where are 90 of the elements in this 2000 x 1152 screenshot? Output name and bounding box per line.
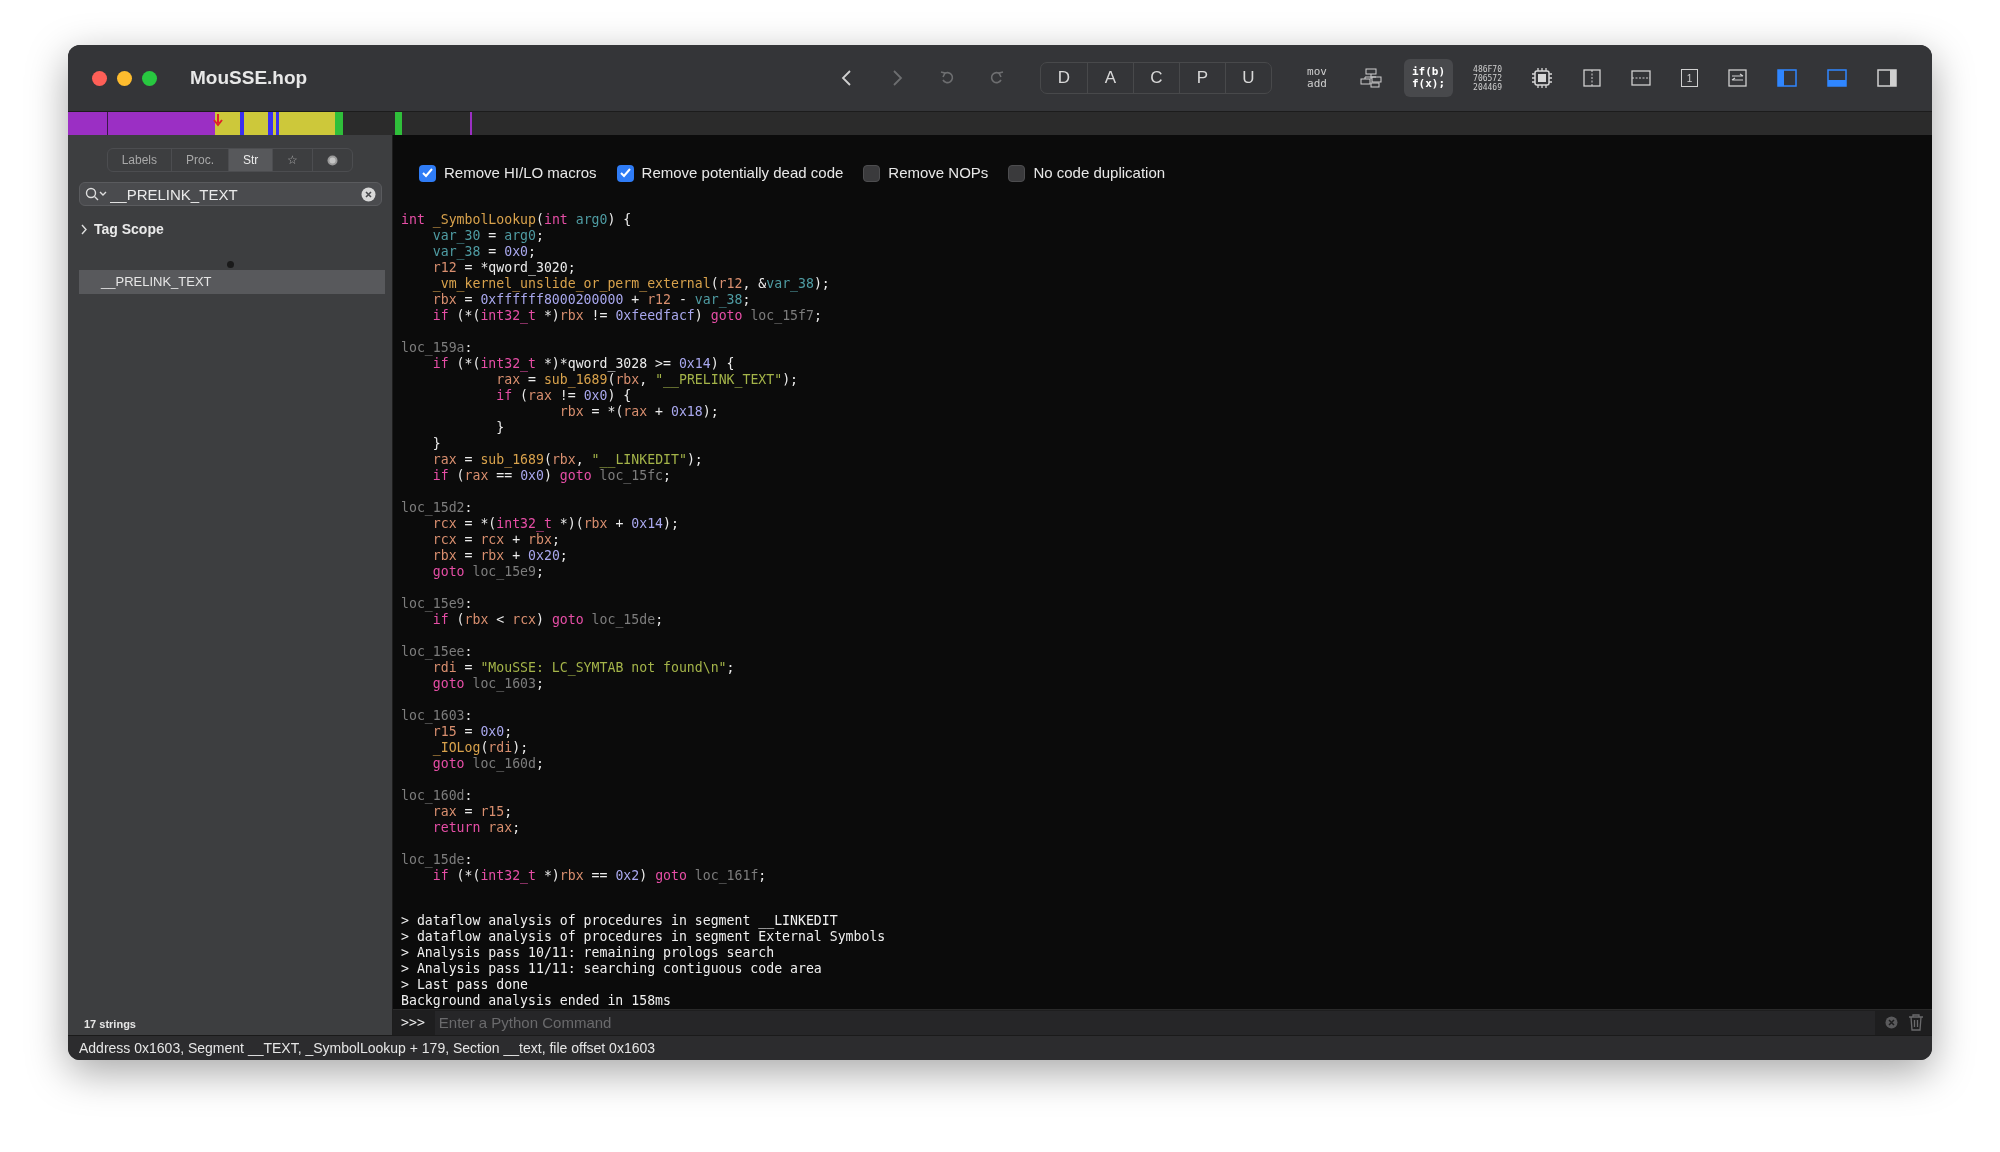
- string-count: 17 strings: [83, 1016, 137, 1032]
- checkbox[interactable]: [616, 164, 634, 182]
- chip-icon: [1531, 67, 1553, 89]
- code-line: goto loc_160d;: [431, 756, 544, 772]
- console-line: Background analysis ended in 158ms: [401, 993, 671, 1009]
- search-icon: [85, 187, 107, 201]
- code-line: if (rbx < rcx) goto loc_15de;: [431, 612, 664, 628]
- mode-button[interactable]: U: [1224, 63, 1271, 93]
- clear-icon[interactable]: [361, 187, 376, 202]
- code-line: var_38 = 0x0;: [431, 244, 536, 260]
- mode-button[interactable]: P: [1178, 63, 1225, 93]
- split-view-icon: [1631, 70, 1651, 86]
- sidebar-tab[interactable]: ☆: [272, 149, 313, 171]
- code-line: rbx = rbx + 0x20;: [431, 548, 568, 564]
- zoom-button[interactable]: [142, 70, 157, 86]
- console-line: > Analysis pass 10/11: remaining prologs search: [401, 945, 775, 961]
- code-line: rax = sub_1689(rbx, "__LINKEDIT");: [431, 452, 703, 468]
- string-list-item[interactable]: __PRELINK_TEXT: [79, 270, 385, 294]
- code-line: }: [431, 436, 441, 452]
- checkbox-label: Remove HI/LO macros: [444, 162, 597, 183]
- trash-icon[interactable]: [1908, 1014, 1924, 1031]
- code-line: rcx = *(int32_t *)(rbx + 0x14);: [431, 516, 679, 532]
- flowchart-icon: [1359, 68, 1382, 88]
- tag-scope-label: Tag Scope: [94, 220, 164, 239]
- code-line: r12 = *qword_3020;: [431, 260, 576, 276]
- mode-button[interactable]: A: [1086, 63, 1133, 93]
- search-field[interactable]: __PRELINK_TEXT: [79, 182, 382, 206]
- code-line: loc_15d2:: [401, 500, 473, 516]
- minimize-button[interactable]: [117, 70, 132, 86]
- code-line: goto loc_15e9;: [431, 564, 544, 580]
- view-button[interactable]: 486F70 706572 204469: [1465, 59, 1510, 97]
- sidebar-tab[interactable]: Str: [228, 149, 273, 171]
- panel-icon: [1877, 69, 1897, 87]
- status-dot-icon: [226, 261, 234, 269]
- code-line: loc_15de:: [401, 852, 473, 868]
- checkbox[interactable]: [1008, 164, 1026, 182]
- code-line: rax = sub_1689(rbx, "__PRELINK_TEXT");: [495, 372, 799, 388]
- mode-button[interactable]: C: [1132, 63, 1179, 93]
- code-line: }: [495, 420, 505, 436]
- code-line: rdi = "MouSSE: LC_SYMTAB not found\n";: [431, 660, 735, 676]
- code-line: r15 = 0x0;: [431, 724, 513, 740]
- checkbox-label: Remove NOPs: [888, 162, 989, 183]
- code-line: if (*(int32_t *)rbx != 0xfeedfacf) goto loc_15f7;: [431, 308, 822, 324]
- code-line: loc_15e9:: [401, 596, 473, 612]
- split-view-icon: [1583, 69, 1601, 87]
- code-line: if (rax == 0x0) goto loc_15fc;: [431, 468, 672, 484]
- checkbox[interactable]: [419, 164, 436, 182]
- console-line: > dataflow analysis of procedures in segment External Symbols: [401, 929, 886, 945]
- panel-icon: [1827, 69, 1847, 87]
- code-line: goto loc_1603;: [431, 676, 544, 692]
- checkbox-label: No code duplication: [1033, 162, 1166, 183]
- code-line: loc_15ee:: [401, 644, 473, 660]
- code-line: if (*(int32_t *)*qword_3028 >= 0x14) {: [431, 356, 735, 372]
- swap-icon: [1728, 69, 1747, 87]
- code-line: loc_160d:: [401, 788, 473, 804]
- code-line: loc_159a:: [401, 340, 473, 356]
- dot-icon: [327, 155, 339, 167]
- view-button[interactable]: if(b) f(x);: [1403, 59, 1454, 97]
- code-line: _IOLog(rdi);: [431, 740, 529, 756]
- code-line: rbx = *(rax + 0x18);: [558, 404, 719, 420]
- code-line: if (*(int32_t *)rbx == 0x2) goto loc_161f;: [431, 868, 767, 884]
- chevron-icon: [80, 224, 88, 235]
- code-line: int _SymbolLookup(int arg0) {: [401, 212, 632, 228]
- code-line: _vm_kernel_unslide_or_perm_external(r12, &var_38);: [431, 276, 830, 292]
- checkbox[interactable]: [863, 164, 881, 182]
- numbered-view-icon: 1: [1681, 69, 1698, 87]
- console-prompt: >>>: [401, 1013, 425, 1032]
- code-line: rcx = rcx + rbx;: [431, 532, 560, 548]
- code-line: return rax;: [431, 820, 521, 836]
- toolbar-button[interactable]: 1: [1673, 65, 1706, 91]
- sidebar-tab[interactable]: Labels: [107, 149, 171, 171]
- checkbox-label: Remove potentially dead code: [641, 162, 844, 183]
- window-title: MouSSE.hop: [190, 65, 308, 90]
- console-line: > dataflow analysis of procedures in segment __LINKEDIT: [401, 913, 838, 929]
- segment-map[interactable]: [68, 112, 1932, 135]
- code-line: rbx = 0xffffff8000200000 + r12 - var_38;: [431, 292, 751, 308]
- close-button[interactable]: [92, 70, 107, 86]
- code-line: if (rax != 0x0) {: [495, 388, 632, 404]
- code-line: rax = r15;: [431, 804, 513, 820]
- view-button[interactable]: mov add: [1295, 59, 1338, 97]
- python-command-field[interactable]: Enter a Python Command: [434, 1010, 1875, 1035]
- console-line: > Analysis pass 11/11: searching contiguous code area: [401, 961, 822, 977]
- console-line: > Last pass done: [401, 977, 529, 993]
- code-line: var_30 = arg0;: [431, 228, 544, 244]
- clear-icon[interactable]: [1885, 1016, 1898, 1029]
- mode-button[interactable]: D: [1040, 63, 1087, 93]
- code-line: loc_1603:: [401, 708, 473, 724]
- tag-scope-toggle[interactable]: [80, 224, 88, 235]
- status-bar: Address 0x1603, Segment __TEXT, _SymbolLookup + 179, Section __text, file offset 0x1603: [68, 1035, 1932, 1060]
- panel-icon: [1777, 69, 1797, 87]
